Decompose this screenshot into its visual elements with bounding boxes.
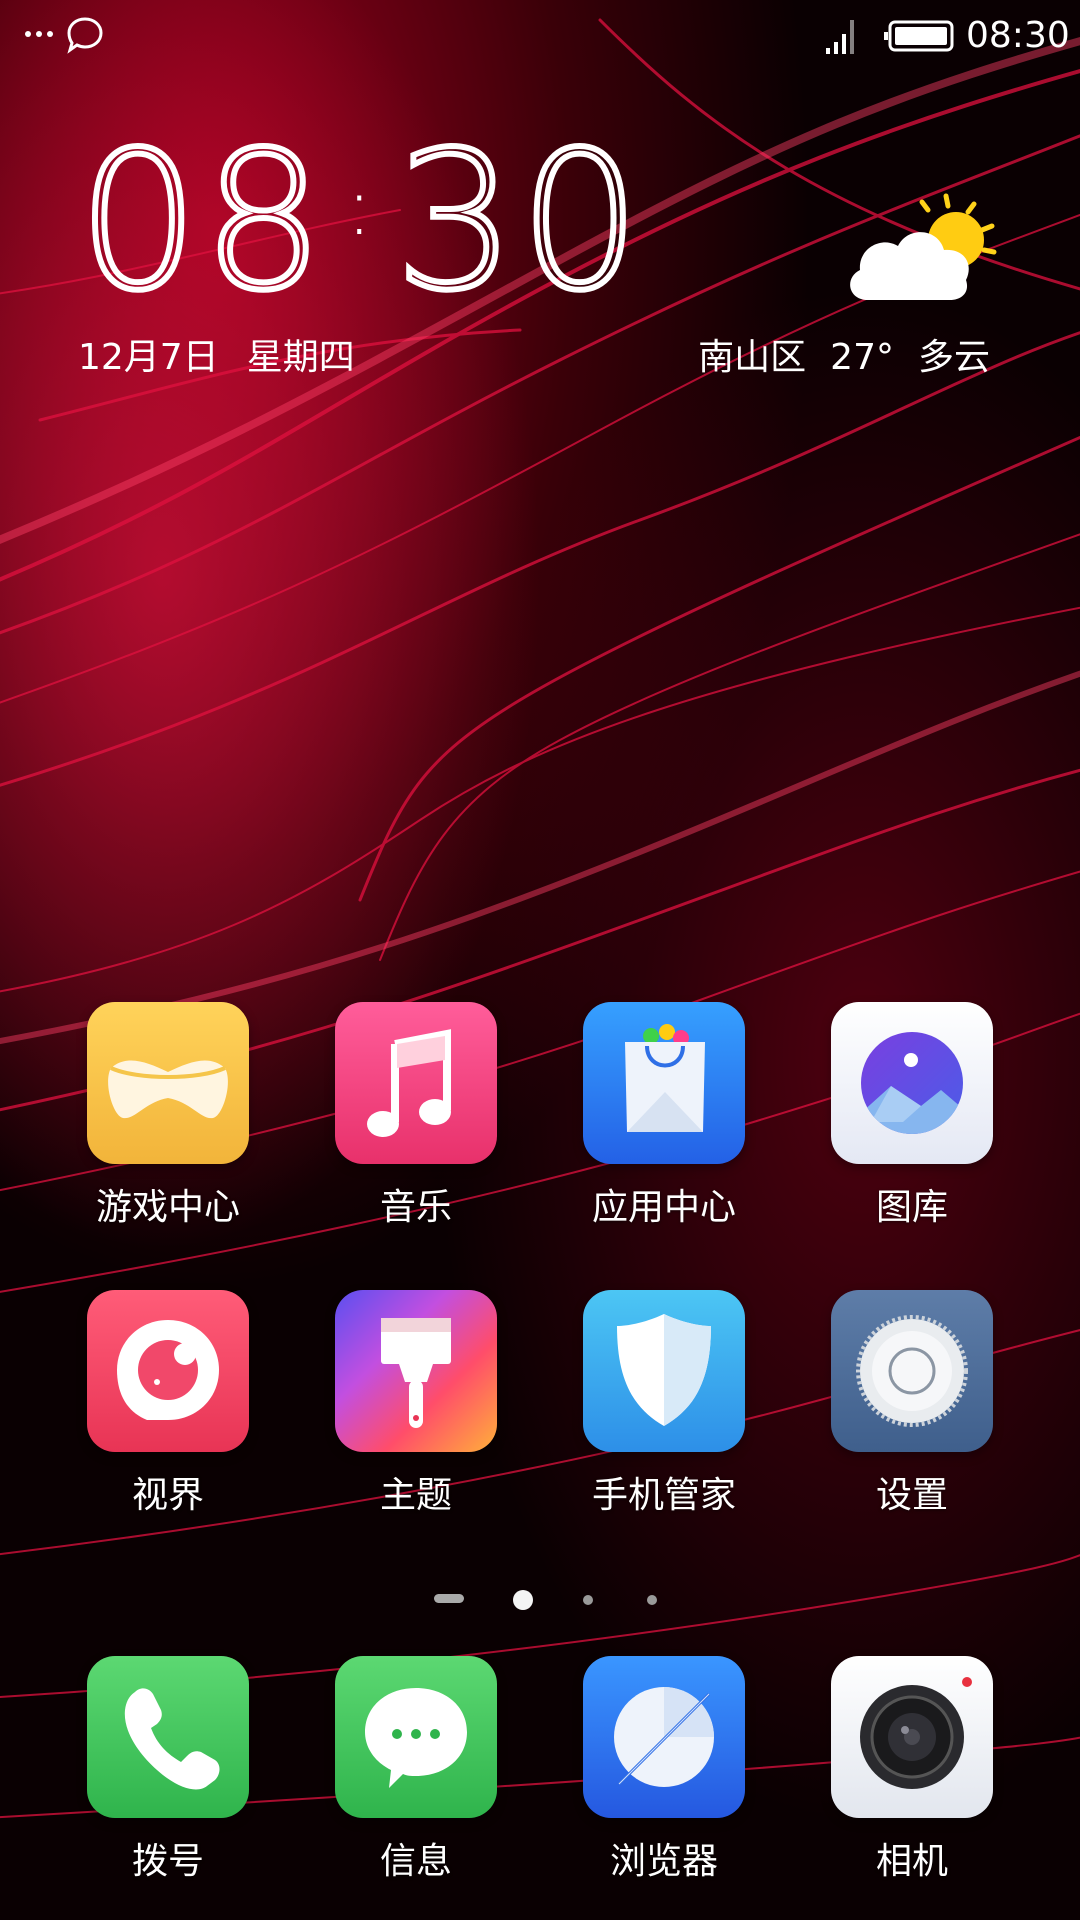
camera-icon — [831, 1656, 993, 1818]
clock-weekday: 星期四 — [246, 337, 355, 378]
battery-icon — [884, 20, 954, 52]
app-video[interactable]: 视界 — [68, 1290, 268, 1518]
status-bar: 08:30 — [0, 0, 1080, 72]
app-gallery[interactable]: 图库 — [812, 1002, 1012, 1230]
weather-temperature: 27° — [830, 337, 894, 378]
music-note-icon — [335, 1002, 497, 1164]
app-label: 视界 — [131, 1475, 204, 1516]
app-label: 图库 — [875, 1187, 948, 1228]
clock-date-line: 12月7日 星期四 — [78, 328, 383, 380]
phone-icon — [87, 1656, 249, 1818]
app-label: 设置 — [875, 1475, 948, 1516]
dock-app-camera[interactable]: 相机 — [812, 1656, 1012, 1884]
app-label: 游戏中心 — [95, 1187, 240, 1228]
more-dots-icon — [25, 31, 53, 37]
dock-app-browser[interactable]: 浏览器 — [564, 1656, 764, 1884]
message-bubble-icon — [67, 17, 103, 54]
app-label: 主题 — [379, 1475, 452, 1516]
status-time: 08:30 — [966, 15, 1070, 56]
dock-app-phone[interactable]: 拨号 — [68, 1656, 268, 1884]
clock-minutes: 30 — [392, 111, 645, 332]
clock-date: 12月7日 — [78, 337, 219, 378]
dock-app-messages[interactable]: 信息 — [316, 1656, 516, 1884]
chat-bubble-icon — [335, 1656, 497, 1818]
paint-brush-icon — [335, 1290, 497, 1452]
signal-icon — [826, 20, 854, 54]
app-label: 音乐 — [379, 1187, 452, 1228]
compass-icon — [583, 1656, 745, 1818]
app-music[interactable]: 音乐 — [316, 1002, 516, 1230]
page-dot[interactable] — [647, 1595, 657, 1605]
weather-condition: 多云 — [917, 337, 990, 378]
app-settings[interactable]: 设置 — [812, 1290, 1012, 1518]
app-label: 手机管家 — [591, 1475, 736, 1516]
page-dot-search[interactable] — [434, 1594, 464, 1603]
page-indicator[interactable] — [0, 1590, 1080, 1610]
weather-location: 南山区 — [698, 337, 807, 378]
video-bubble-icon — [87, 1290, 249, 1452]
page-dot[interactable] — [583, 1595, 593, 1605]
partly-cloudy-icon[interactable] — [838, 190, 998, 310]
game-controller-icon — [87, 1002, 249, 1164]
clock-colon: : — [345, 159, 377, 253]
app-app-center[interactable]: 应用中心 — [564, 1002, 764, 1230]
weather-info[interactable]: 南山区 27° 多云 — [674, 328, 990, 380]
clock-time: 08:30 — [75, 119, 645, 335]
shopping-bag-icon — [583, 1002, 745, 1164]
app-label: 相机 — [875, 1841, 948, 1882]
clock-hours: 08 — [75, 111, 328, 332]
app-label: 拨号 — [131, 1841, 204, 1882]
app-label: 应用中心 — [591, 1187, 736, 1228]
app-game-center[interactable]: 游戏中心 — [68, 1002, 268, 1230]
shield-icon — [583, 1290, 745, 1452]
gallery-icon — [831, 1002, 993, 1164]
app-phone-manager[interactable]: 手机管家 — [564, 1290, 764, 1518]
app-themes[interactable]: 主题 — [316, 1290, 516, 1518]
app-label: 浏览器 — [609, 1841, 718, 1882]
page-dot-current[interactable] — [513, 1590, 533, 1610]
app-label: 信息 — [379, 1841, 452, 1882]
clock-widget[interactable]: 08:30 — [75, 119, 645, 335]
gear-icon — [831, 1290, 993, 1452]
